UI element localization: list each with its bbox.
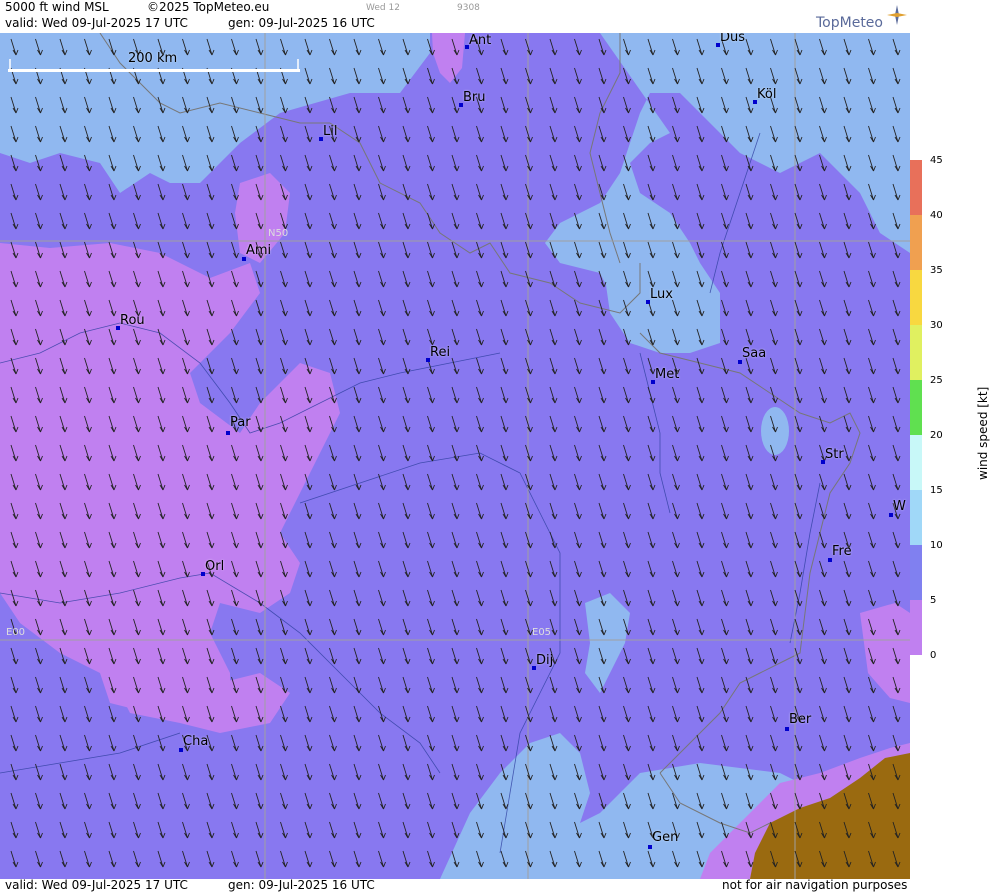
colorbar-tick: 25: [930, 375, 943, 386]
city-label: W: [893, 499, 906, 514]
scale-bar-label: 200 km: [128, 51, 178, 66]
colorbar-tick: 15: [930, 485, 943, 496]
colorbar-title: wind speed [kt]: [976, 386, 990, 480]
colorbar-legend: 45 40 35 30 25 20 15 10 5 0 wind speed […: [910, 0, 1000, 893]
colorbar-tick: 35: [930, 265, 943, 276]
colorbar-tick: 10: [930, 540, 943, 551]
grid-label-n50: N50: [268, 228, 289, 239]
header-small-code: 9308: [457, 3, 480, 13]
colorbar-tick: 40: [930, 210, 943, 221]
header-bar: 5000 ft wind MSL ©2025 TopMeteo.eu Wed 1…: [0, 0, 910, 33]
city-label: Orl: [205, 559, 225, 574]
colorbar: [910, 160, 922, 655]
compass-icon: [887, 5, 907, 25]
colorbar-tick: 20: [930, 430, 943, 441]
city-label: Ber: [789, 712, 812, 727]
city-label: Rei: [430, 345, 451, 360]
header-small-day: Wed 12: [366, 3, 400, 13]
city-label: Par: [230, 415, 251, 430]
valid-time: valid: Wed 09-Jul-2025 17 UTC: [5, 16, 188, 30]
topmeteo-logo: TopMeteo: [816, 15, 883, 31]
city-label: Saa: [742, 346, 767, 361]
colorbar-tick: 45: [930, 155, 943, 166]
wind-map-svg: [0, 33, 910, 879]
gen-time: gen: 09-Jul-2025 16 UTC: [228, 16, 375, 30]
product-title: 5000 ft wind MSL: [5, 0, 109, 14]
footer-valid: valid: Wed 09-Jul-2025 17 UTC: [5, 878, 188, 892]
city-label: Bru: [463, 90, 486, 105]
footer-gen: gen: 09-Jul-2025 16 UTC: [228, 878, 375, 892]
city-label: Gen: [652, 830, 679, 845]
footer-bar: valid: Wed 09-Jul-2025 17 UTC gen: 09-Ju…: [0, 878, 910, 893]
city-label: Fre: [832, 544, 852, 559]
wind-arrow-field: [0, 33, 910, 879]
city-label: Met: [655, 367, 680, 382]
colorbar-tick: 5: [930, 595, 937, 606]
city-label: Dij: [536, 653, 554, 668]
city-label: Str: [825, 447, 844, 462]
colorbar-tick: 0: [930, 650, 937, 661]
city-label: Düs: [720, 33, 746, 45]
city-label: Ant: [469, 33, 492, 48]
city-label: Lux: [650, 287, 673, 302]
copyright: ©2025 TopMeteo.eu: [147, 0, 270, 14]
grid-label-e05: E05: [532, 627, 552, 638]
city-label: Köl: [757, 87, 777, 102]
city-label: Rou: [120, 313, 145, 328]
footer-note: not for air navigation purposes: [722, 878, 908, 892]
colorbar-tick: 30: [930, 320, 943, 331]
city-label: Cha: [183, 734, 209, 749]
wind-map: 200 km N50 E00 E05 Ant Düs Bru Köl Lil A…: [0, 33, 910, 879]
city-label: Ami: [246, 243, 272, 258]
city-label: Lil: [323, 124, 338, 139]
grid-label-e00: E00: [6, 627, 26, 638]
